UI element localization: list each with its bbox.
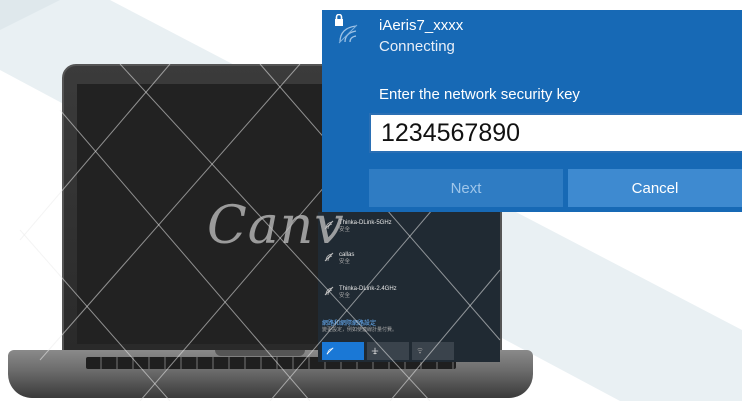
airplane-icon xyxy=(371,347,379,355)
security-key-input[interactable] xyxy=(369,113,742,153)
secured-wifi-icon xyxy=(335,14,358,44)
network-name: Thinka-DLink-5GHz xyxy=(339,220,392,226)
network-ssid: iAeris7_xxxx xyxy=(379,17,464,34)
mobile-hotspot-icon xyxy=(417,347,423,354)
laptop-notch xyxy=(215,350,305,356)
connection-status: Connecting xyxy=(379,38,455,55)
security-key-prompt: Enter the network security key xyxy=(379,86,580,103)
network-status: 安全 xyxy=(339,227,351,233)
cancel-button[interactable]: Cancel xyxy=(568,169,742,207)
list-item[interactable]: Thinka-DLink-2.4GHz 安全 xyxy=(324,286,397,300)
mobile-hotspot-button[interactable] xyxy=(412,342,454,360)
network-settings-subtext: 變更設定，例如使連線計量付費。 xyxy=(322,327,398,333)
wifi-network-list: Thinka-DLink-5GHz 安全 callas 安全 Thinka-DL… xyxy=(318,212,500,362)
wifi-icon xyxy=(324,286,334,296)
network-status: 安全 xyxy=(339,259,351,265)
wifi-icon xyxy=(326,347,334,355)
wifi-toggle-button[interactable] xyxy=(322,342,364,360)
network-status: 安全 xyxy=(339,293,351,299)
next-button[interactable]: Next xyxy=(369,169,563,207)
quick-actions xyxy=(322,342,454,360)
lock-icon xyxy=(335,14,343,26)
airplane-mode-button[interactable] xyxy=(367,342,409,360)
wifi-icon xyxy=(338,24,358,44)
network-name: Thinka-DLink-2.4GHz xyxy=(339,286,397,292)
